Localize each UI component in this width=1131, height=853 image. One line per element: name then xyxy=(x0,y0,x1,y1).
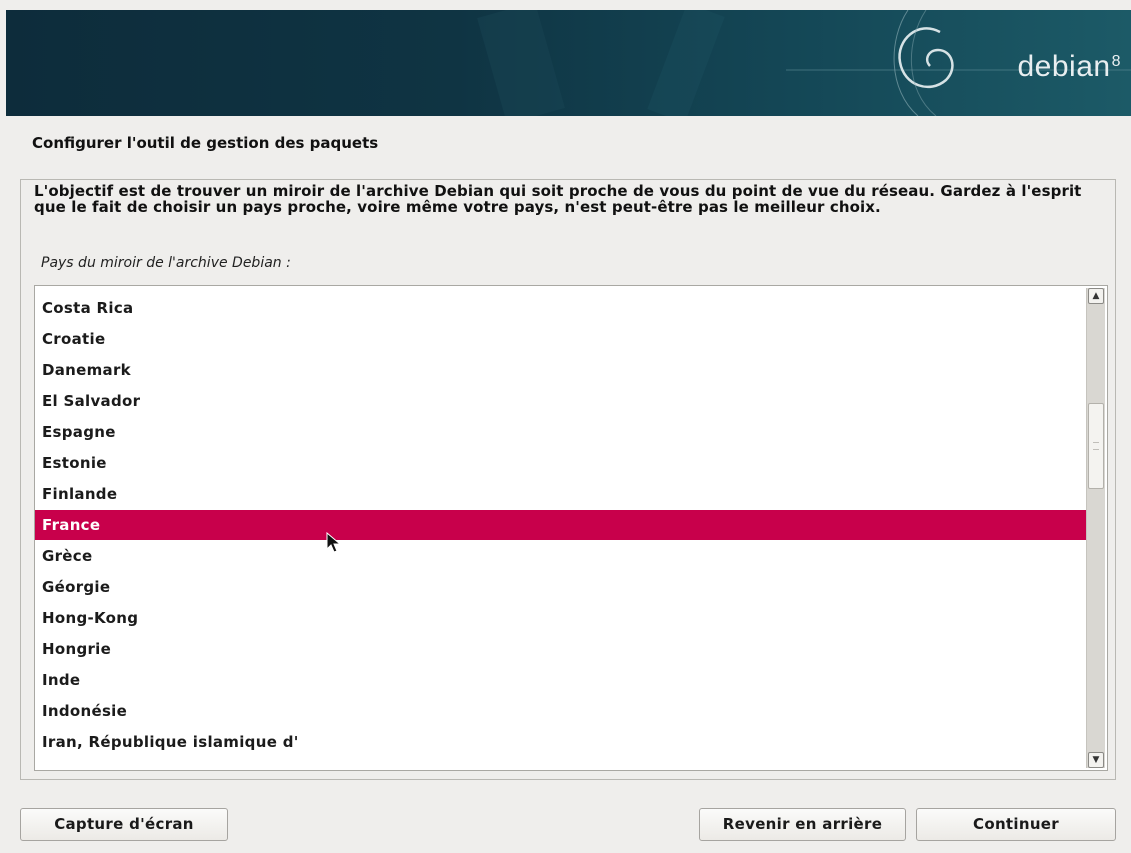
list-item-selected[interactable]: France xyxy=(35,510,1087,540)
country-listbox[interactable]: Costa Rica Croatie Danemark El Salvador … xyxy=(34,285,1108,771)
scroll-grip-icon xyxy=(1093,442,1099,450)
scroll-up-arrow-icon[interactable]: ▲ xyxy=(1088,288,1104,304)
list-item[interactable]: Estonie xyxy=(35,448,1087,478)
page-title: Configurer l'outil de gestion des paquet… xyxy=(32,134,379,152)
brand-version: 8 xyxy=(1111,53,1121,70)
list-item[interactable]: Finlande xyxy=(35,479,1087,509)
list-item[interactable]: Géorgie xyxy=(35,572,1087,602)
list-item[interactable]: Grèce xyxy=(35,541,1087,571)
debian-logo: debian8 xyxy=(1018,50,1122,84)
continue-button[interactable]: Continuer xyxy=(916,808,1116,841)
list-item[interactable]: Inde xyxy=(35,665,1087,695)
debian-swirl-icon xyxy=(893,10,954,116)
mirror-country-panel: L'objectif est de trouver un miroir de l… xyxy=(20,179,1116,780)
list-item[interactable]: El Salvador xyxy=(35,386,1087,416)
list-item[interactable]: Croatie xyxy=(35,324,1087,354)
country-list: Costa Rica Croatie Danemark El Salvador … xyxy=(35,286,1087,770)
list-item[interactable]: Hongrie xyxy=(35,634,1087,664)
field-label: Pays du miroir de l'archive Debian : xyxy=(41,255,291,271)
scroll-thumb[interactable] xyxy=(1088,403,1104,489)
back-button[interactable]: Revenir en arrière xyxy=(699,808,906,841)
list-item[interactable]: Danemark xyxy=(35,355,1087,385)
brand-name: debian xyxy=(1017,50,1111,83)
list-item[interactable]: Costa Rica xyxy=(35,293,1087,323)
mouse-pointer-icon xyxy=(326,532,342,553)
list-item[interactable]: Espagne xyxy=(35,417,1087,447)
list-item[interactable]: Hong-Kong xyxy=(35,603,1087,633)
list-scrollbar[interactable]: ▲ ▼ xyxy=(1086,288,1105,768)
screenshot-button[interactable]: Capture d'écran xyxy=(20,808,228,841)
list-item[interactable]: Iran, République islamique d' xyxy=(35,727,1087,757)
list-item[interactable]: Indonésie xyxy=(35,696,1087,726)
description-text: L'objectif est de trouver un miroir de l… xyxy=(34,182,1082,216)
debian-banner: debian8 xyxy=(6,10,1131,116)
scroll-down-arrow-icon[interactable]: ▼ xyxy=(1088,752,1104,768)
